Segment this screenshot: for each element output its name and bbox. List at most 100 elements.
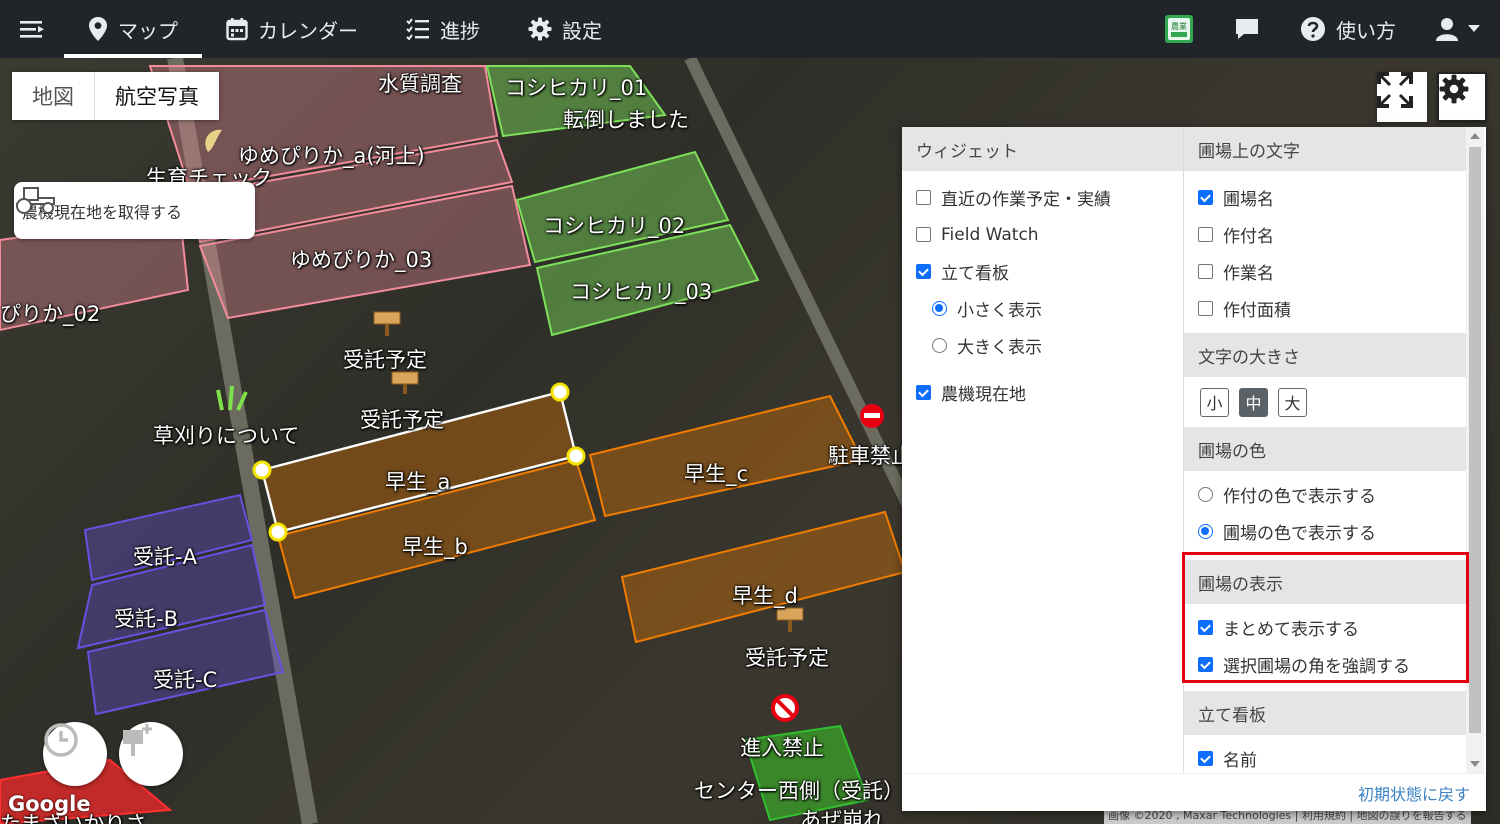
map-pin-icon [89,17,107,41]
no-parking-icon[interactable] [860,404,884,428]
nav-calendar-label: カレンダー [258,18,358,43]
nav-settings[interactable]: 設定 [504,0,626,58]
map-settings-button[interactable] [1437,72,1487,122]
font-size-header: 文字の大きさ [1184,333,1468,377]
field-display-group[interactable]: まとめて表示する [1184,609,1468,646]
checkbox[interactable] [1198,264,1213,279]
signboard-size-large-label: 大きく表示 [957,338,1042,358]
field-label: 進入禁止 [740,736,824,760]
field-label: コシヒカリ_03 [570,280,713,304]
reset-defaults-link[interactable]: 初期状態に戻す [1358,781,1470,805]
signboard-icon[interactable] [391,371,419,394]
checkbox[interactable] [1198,620,1213,635]
scroll-thumb[interactable] [1469,147,1481,733]
checkbox[interactable] [1198,227,1213,242]
checkbox[interactable] [1198,301,1213,316]
widget-header: ウィジェット [902,127,1183,171]
field-color-by-field[interactable]: 圃場の色で表示する [1184,513,1468,550]
checkbox[interactable] [916,264,931,279]
field-label: 転倒しました [563,108,689,132]
scroll-down-arrow[interactable] [1470,761,1480,767]
no-entry-icon[interactable] [771,694,799,722]
field-wase-c[interactable] [588,394,864,518]
nav-map[interactable]: マップ [64,0,202,58]
radio[interactable] [932,301,947,316]
field-label: 早生_b [402,535,468,559]
field-wase-d[interactable] [620,510,907,644]
field-label: センター西側（受託） [694,779,904,803]
font-size-large-button[interactable]: 大 [1278,387,1307,417]
menu-toggle-button[interactable] [0,0,64,58]
help-button[interactable]: 使い方 [1280,0,1416,58]
nav-calendar[interactable]: カレンダー [202,0,382,58]
field-text-area[interactable]: 作付面積 [1184,290,1468,327]
field-label: コシヒカリ_02 [543,214,686,238]
field-label: ぴりか_02 [0,302,101,326]
map-type-satellite[interactable]: 航空写真 [94,72,219,120]
field-label: 受託予定 [360,408,444,432]
widget-signboard[interactable]: 立て看板 [902,253,1183,290]
history-button[interactable] [43,722,107,786]
field-color-header: 圃場の色 [1184,427,1468,471]
fullscreen-button[interactable] [1377,72,1427,122]
field-label: 受託-A [133,545,197,569]
google-logo: Google [8,792,91,816]
panel-scrollbar[interactable] [1466,127,1484,773]
map-settings-panel: ウィジェット 直近の作業予定・実績 Field Watch 立て看板 小さく表示… [902,127,1486,811]
font-size-small-button[interactable]: 小 [1200,387,1229,417]
checkbox[interactable] [916,227,931,242]
radio[interactable] [932,338,947,353]
vertex-handle[interactable] [268,522,288,542]
messages-button[interactable] [1214,0,1280,58]
user-icon [1436,18,1458,41]
radio[interactable] [1198,524,1213,539]
map-type-roadmap[interactable]: 地図 [12,72,94,120]
radio[interactable] [1198,487,1213,502]
nav-progress[interactable]: 進捗 [382,0,504,58]
get-tractor-location-button[interactable]: 農機現在地を取得する [14,182,255,239]
add-signboard-button[interactable] [119,722,183,786]
signboard-name[interactable]: 名前 [1184,740,1468,773]
signboard-icon[interactable] [373,311,401,336]
field-label: 受託-C [153,668,218,692]
display-options-column: 圃場上の文字 圃場名 作付名 作業名 作付面積 文字の大きさ 小 中 大 圃場の… [1184,127,1468,773]
checkbox[interactable] [1198,657,1213,672]
field-label: ゆめぴりか_03 [290,248,433,272]
field-color-by-crop[interactable]: 作付の色で表示する [1184,476,1468,513]
field-text-name[interactable]: 圃場名 [1184,179,1468,216]
farm-app-button[interactable]: 農業 [1144,0,1214,58]
signboard-size-large[interactable]: 大きく表示 [902,327,1183,364]
signboard-size-small[interactable]: 小さく表示 [902,290,1183,327]
help-label: 使い方 [1336,18,1396,43]
panel-footer: 初期状態に戻す [902,773,1486,811]
caret-down-icon [1468,25,1480,32]
field-label: 受託予定 [745,646,829,670]
field-display-highlight-corners[interactable]: 選択圃場の角を強調する [1184,646,1468,683]
field-label: 受託予定 [343,348,427,372]
vertex-handle[interactable] [566,446,586,466]
checkbox[interactable] [1198,751,1213,766]
user-menu-button[interactable] [1416,0,1500,58]
field-text-work[interactable]: 作業名 [1184,253,1468,290]
signboard-icon[interactable] [776,607,804,632]
nav-settings-label: 設定 [562,18,602,43]
widget-tractor-location[interactable]: 農機現在地 [902,374,1183,411]
field-label: あぜ崩れ [800,808,884,824]
widget-field-watch[interactable]: Field Watch [902,216,1183,253]
field-text-header: 圃場上の文字 [1184,127,1468,171]
vertex-handle[interactable] [252,460,272,480]
field-display-highlight-corners-label: 選択圃場の角を強調する [1223,657,1410,677]
scroll-up-arrow[interactable] [1470,133,1480,139]
vertex-handle[interactable] [550,382,570,402]
font-size-medium-button[interactable]: 中 [1239,387,1268,417]
checkbox[interactable] [1198,190,1213,205]
signboard-header: 立て看板 [1184,691,1468,735]
widget-recent-work[interactable]: 直近の作業予定・実績 [902,179,1183,216]
list-icon [406,18,429,40]
field-display-header: 圃場の表示 [1184,560,1468,604]
add-sign-icon [123,724,152,756]
checkbox[interactable] [916,190,931,205]
field-text-crop[interactable]: 作付名 [1184,216,1468,253]
checkbox[interactable] [916,385,931,400]
field-label: 草刈りについて [153,424,300,448]
